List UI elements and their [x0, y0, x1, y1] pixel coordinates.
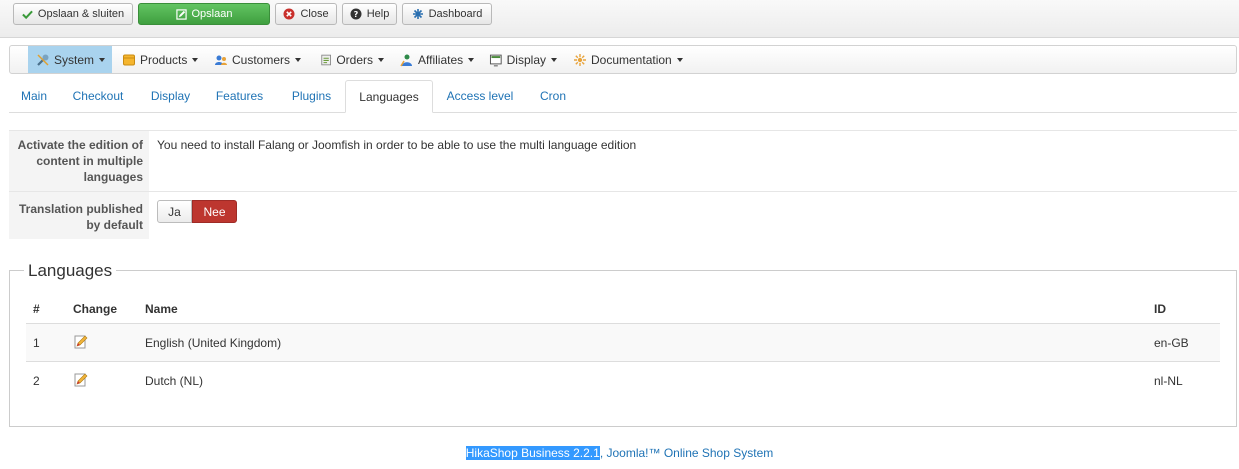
tab-display[interactable]: Display: [142, 80, 199, 111]
chevron-down-icon: [99, 57, 106, 62]
languages-fieldset: Languages # Change Name ID 1 English (Un…: [9, 261, 1237, 427]
translation-label: Translation published by default: [9, 192, 149, 239]
languages-legend: Languages: [24, 261, 117, 281]
tab-features[interactable]: Features: [207, 80, 272, 111]
multilang-label: Activate the edition of content in multi…: [9, 131, 149, 191]
header-name: Name: [145, 302, 178, 316]
header-num: #: [33, 302, 40, 316]
menu-display[interactable]: Display: [485, 46, 561, 73]
close-button[interactable]: Close: [275, 3, 337, 25]
chevron-down-icon: [295, 57, 302, 62]
tab-cron[interactable]: Cron: [531, 80, 575, 111]
menu-customers[interactable]: Customers: [210, 46, 306, 73]
close-label: Close: [300, 8, 329, 20]
table-header: # Change Name ID: [26, 295, 1220, 323]
dashboard-label: Dashboard: [428, 8, 483, 20]
footer-rest-link[interactable]: , Joomla!™ Online Shop System: [600, 446, 773, 460]
chevron-down-icon: [676, 57, 683, 62]
language-settings: Activate the edition of content in multi…: [9, 130, 1237, 239]
row-id: nl-NL: [1154, 374, 1183, 388]
row-name: English (United Kingdom): [145, 336, 282, 350]
close-icon: [283, 8, 295, 20]
table-row: 2 Dutch (NL) nl-NL: [26, 361, 1220, 399]
toggle-no-button[interactable]: Nee: [192, 200, 237, 223]
save-button[interactable]: Opslaan: [138, 3, 270, 25]
menu-customers-label: Customers: [232, 52, 291, 67]
box-icon: [123, 54, 135, 65]
row-num: 2: [33, 374, 40, 388]
table-row: 1 English (United Kingdom) en-GB: [26, 323, 1220, 361]
menu-products[interactable]: Products: [118, 46, 203, 73]
tab-access-level[interactable]: Access level: [437, 80, 523, 111]
menu-system[interactable]: System: [28, 46, 112, 73]
edit-icon: [175, 8, 187, 20]
menu-affiliates[interactable]: Affiliates: [396, 46, 480, 73]
save-label: Opslaan: [191, 8, 233, 20]
dashboard-button[interactable]: Dashboard: [402, 3, 492, 25]
footer-product-link[interactable]: HikaShop Business 2.2.1: [465, 446, 600, 460]
affiliates-icon: [400, 54, 412, 66]
menu-documentation[interactable]: Documentation: [569, 46, 687, 73]
row-id: en-GB: [1154, 336, 1189, 350]
menu-products-label: Products: [140, 52, 188, 67]
multilang-value: You need to install Falang or Joomfish i…: [157, 138, 637, 152]
display-icon: [489, 54, 502, 66]
orders-icon: [321, 54, 331, 65]
dashboard-icon: [412, 9, 423, 19]
chevron-down-icon: [551, 57, 557, 62]
config-tabs: Main Checkout Display Features Plugins L…: [9, 80, 1237, 113]
svg-text:?: ?: [353, 10, 358, 19]
menu-system-label: System: [54, 52, 95, 67]
tab-languages[interactable]: Languages: [345, 80, 433, 113]
menu-orders[interactable]: Orders: [316, 46, 388, 73]
save-close-label: Opslaan & sluiten: [37, 8, 125, 20]
edit-icon[interactable]: [73, 372, 89, 388]
tab-checkout[interactable]: Checkout: [64, 80, 132, 111]
menu-orders-label: Orders: [336, 52, 373, 67]
translation-toggle: Ja Nee: [157, 200, 237, 223]
tab-main[interactable]: Main: [13, 80, 55, 111]
save-close-button[interactable]: Opslaan & sluiten: [13, 3, 133, 25]
header-change: Change: [73, 302, 118, 316]
documentation-icon: [574, 53, 586, 66]
toggle-yes-button[interactable]: Ja: [157, 200, 192, 223]
footer: HikaShop Business 2.2.1, Joomla!™ Online…: [0, 446, 1239, 460]
users-icon: [215, 55, 227, 65]
row-num: 1: [33, 336, 40, 350]
help-button[interactable]: ? Help: [342, 3, 397, 25]
menu-affiliates-label: Affiliates: [418, 52, 464, 67]
toolbar: Opslaan & sluiten Opslaan Close ? Help D…: [0, 0, 1239, 38]
edit-icon[interactable]: [73, 334, 89, 350]
checkmark-icon: [22, 10, 33, 19]
chevron-down-icon: [468, 57, 475, 62]
setting-row-translation: Translation published by default Ja Nee: [9, 191, 1237, 239]
menu-display-label: Display: [506, 52, 546, 67]
chevron-down-icon: [378, 57, 384, 62]
setting-row-multilang: Activate the edition of content in multi…: [9, 130, 1237, 191]
tab-plugins[interactable]: Plugins: [282, 80, 341, 111]
help-icon: ?: [350, 8, 362, 20]
chevron-down-icon: [192, 57, 199, 62]
languages-table: # Change Name ID 1 English (United Kingd…: [26, 295, 1220, 399]
menu-documentation-label: Documentation: [591, 52, 672, 67]
wrench-icon: [37, 53, 49, 66]
main-menu: System Products Customers Orders Affilia…: [9, 45, 1237, 74]
row-name: Dutch (NL): [145, 374, 204, 388]
header-id: ID: [1154, 302, 1166, 316]
help-label: Help: [366, 8, 390, 20]
